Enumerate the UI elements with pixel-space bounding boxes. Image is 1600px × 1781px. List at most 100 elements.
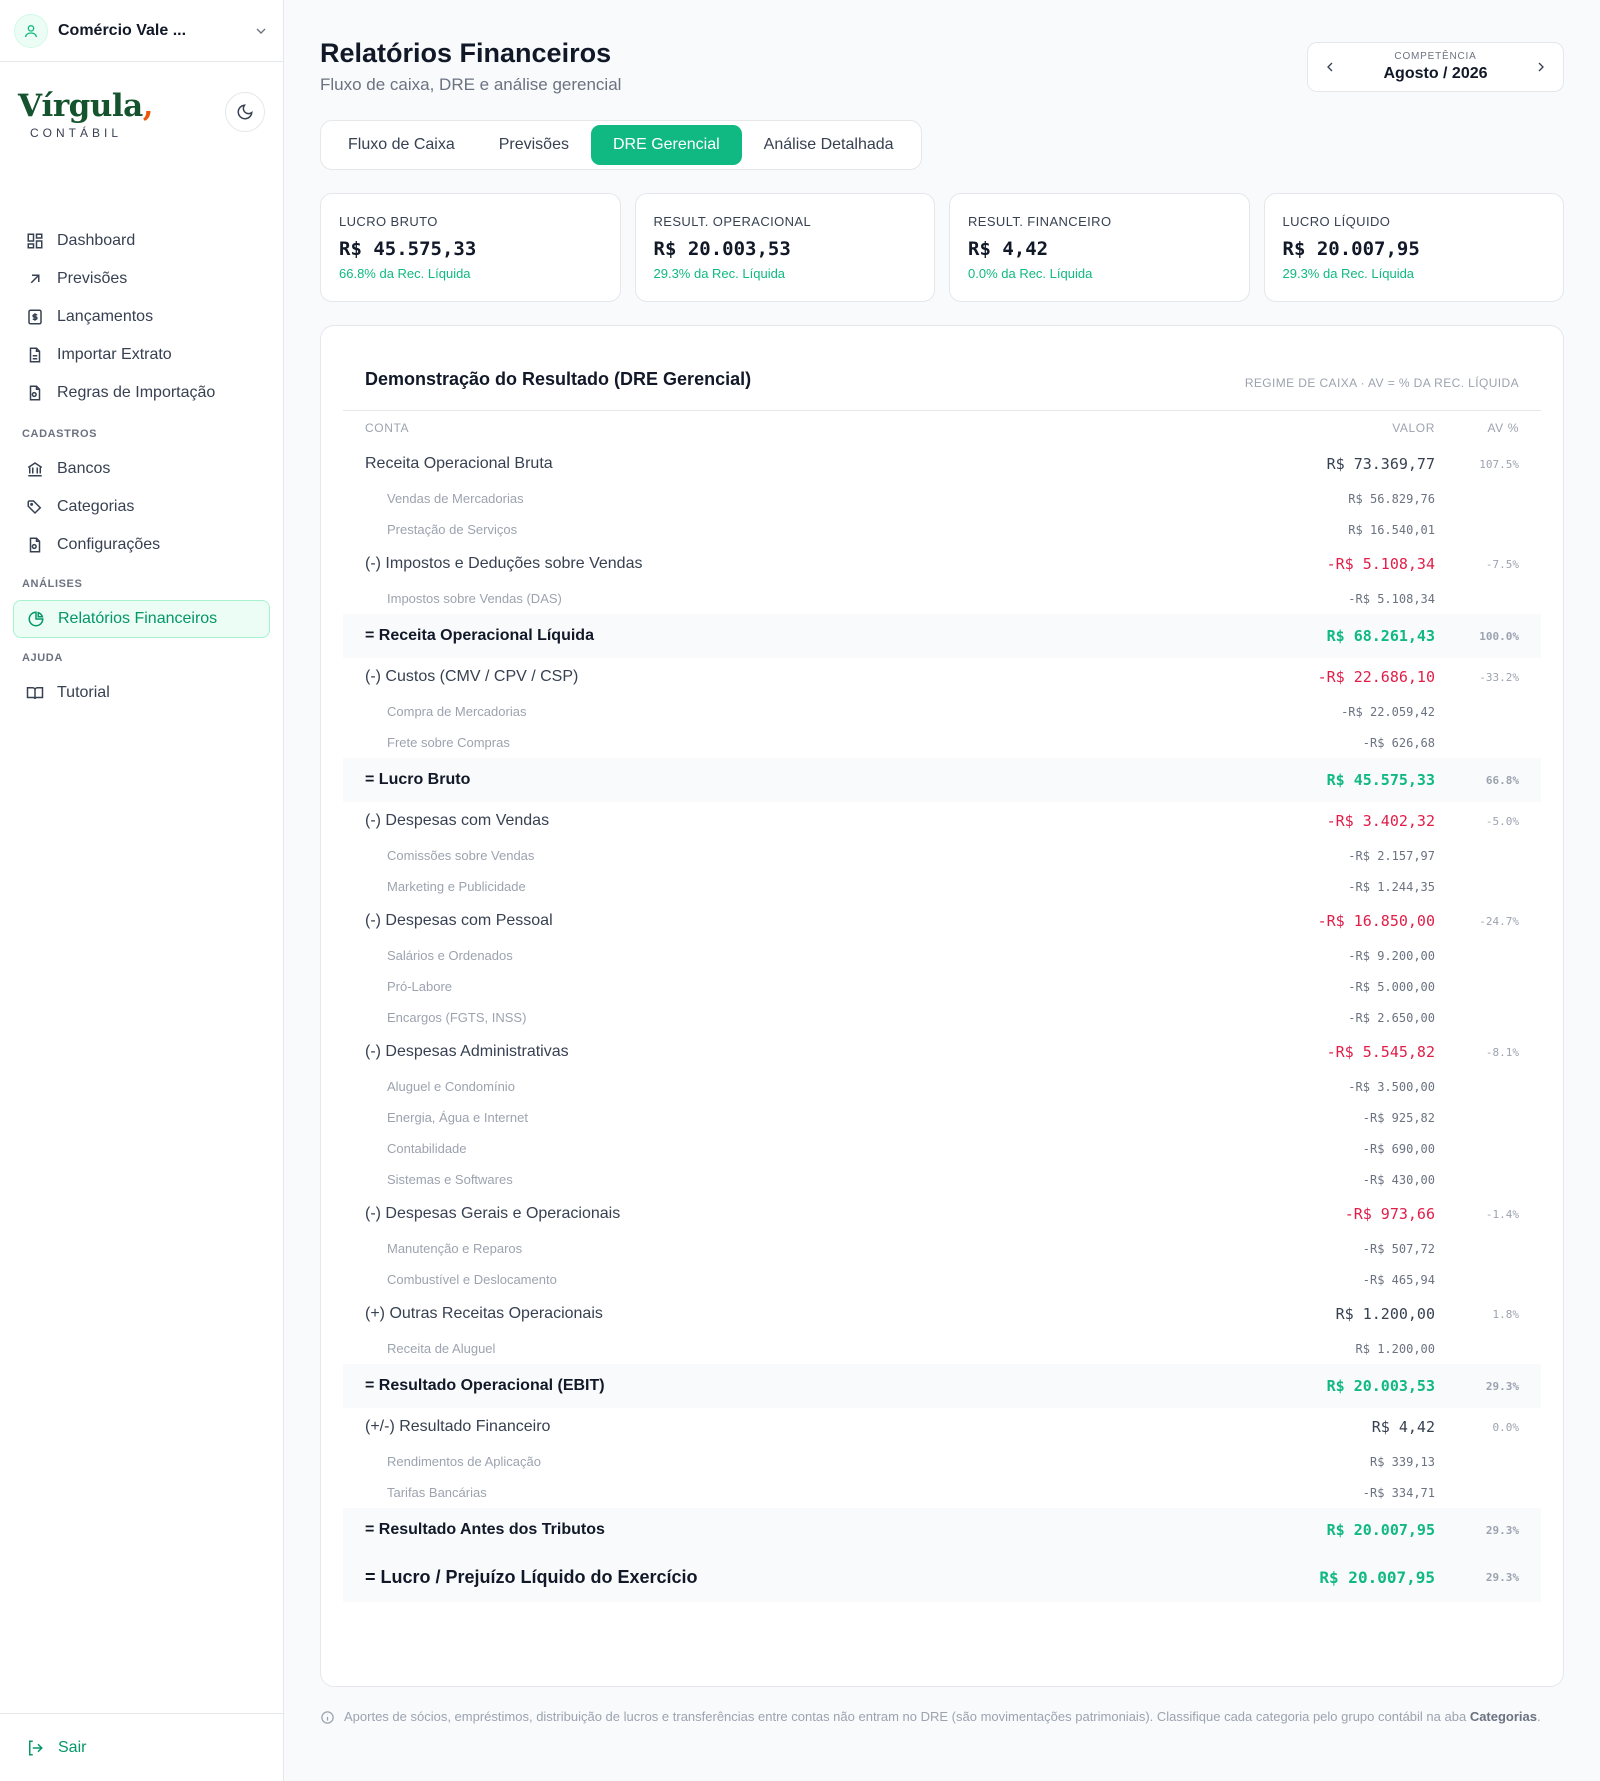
dre-row-label: Energia, Água e Internet — [387, 1110, 528, 1125]
dre-row-label: (-) Custos (CMV / CPV / CSP) — [365, 668, 579, 685]
file-rules-icon — [26, 384, 44, 402]
tab-previsoes[interactable]: Previsões — [477, 125, 591, 165]
card-value: R$ 20.007,95 — [1282, 238, 1420, 260]
card-note: 29.3% da Rec. Líquida — [1282, 266, 1415, 281]
col-valor: VALOR — [1392, 421, 1435, 435]
card-note: 66.8% da Rec. Líquida — [339, 266, 471, 281]
tab-analise-detalhada[interactable]: Análise Detalhada — [742, 125, 916, 165]
dre-row-sub: Manutenção e Reparos -R$ 507,72 — [343, 1233, 1541, 1264]
dre-regime: REGIME DE CAIXA · AV = % DA REC. LÍQUIDA — [1244, 376, 1519, 390]
page-subtitle: Fluxo de caixa, DRE e análise gerencial — [320, 75, 622, 94]
dre-row-group: (-) Custos (CMV / CPV / CSP) -R$ 22.686,1… — [343, 658, 1541, 696]
nav-item-lancamentos[interactable]: Lançamentos — [13, 298, 270, 336]
dre-row-label: (+/-) Resultado Financeiro — [365, 1418, 551, 1435]
dre-row-value: R$ 73.369,77 — [1326, 455, 1435, 473]
footnote-end: . — [1537, 1709, 1541, 1724]
dre-row-sub: Contabilidade -R$ 690,00 — [343, 1133, 1541, 1164]
card-note: 29.3% da Rec. Líquida — [653, 266, 786, 281]
logout-icon — [26, 1739, 44, 1757]
nav-label: Importar Extrato — [57, 346, 172, 363]
dre-row-label: Contabilidade — [387, 1141, 467, 1156]
dre-row-value: -R$ 430,00 — [1362, 1172, 1435, 1187]
dre-row-value: -R$ 507,72 — [1362, 1241, 1435, 1256]
dre-row-label: = Lucro Bruto — [365, 771, 471, 788]
nav-item-regras-importacao[interactable]: Regras de Importação — [13, 374, 270, 412]
dre-row-label: Sistemas e Softwares — [387, 1172, 513, 1187]
dre-row-sub: Frete sobre Compras -R$ 626,68 — [343, 727, 1541, 758]
user-icon — [14, 13, 48, 48]
nav-label: Previsões — [57, 270, 128, 287]
dre-table: Demonstração do Resultado (DRE Gerencial… — [320, 325, 1564, 1687]
dre-row-group: (-) Despesas com Pessoal -R$ 16.850,00 -24… — [343, 902, 1541, 940]
footnote-text: Aportes de sócios, empréstimos, distribu… — [344, 1709, 1470, 1724]
dre-row-label: = Receita Operacional Líquida — [365, 627, 594, 644]
dre-row-value: -R$ 3.500,00 — [1348, 1079, 1435, 1094]
card-note: 0.0% da Rec. Líquida — [968, 266, 1093, 281]
tab-fluxo-caixa[interactable]: Fluxo de Caixa — [326, 125, 477, 165]
dre-row-value: R$ 339,13 — [1369, 1454, 1435, 1469]
chevron-left-icon[interactable] — [1322, 59, 1338, 75]
dre-row-sub: Encargos (FGTS, INSS) -R$ 2.650,00 — [343, 1002, 1541, 1033]
dre-row-sub: Prestação de Serviços R$ 16.540,01 — [343, 514, 1541, 545]
dre-row-value: -R$ 9.200,00 — [1348, 948, 1435, 963]
dre-row-group: (-) Despesas Gerais e Operacionais -R$ 97… — [343, 1195, 1541, 1233]
col-av: AV % — [1487, 421, 1519, 435]
grid-icon — [26, 232, 44, 250]
nav-label: Bancos — [57, 460, 111, 477]
footnote: Aportes de sócios, empréstimos, distribu… — [320, 1708, 1564, 1726]
dre-row-value: R$ 68.261,43 — [1326, 627, 1435, 645]
section-analises: ANÁLISES — [22, 578, 83, 590]
settings-file-icon — [26, 536, 44, 554]
dre-row-sub: Tarifas Bancárias -R$ 334,71 — [343, 1477, 1541, 1508]
dre-row-av: -7.5% — [1485, 557, 1519, 571]
nav-item-importar-extrato[interactable]: Importar Extrato — [13, 336, 270, 374]
nav-item-configuracoes[interactable]: Configurações — [13, 526, 270, 564]
dre-row-label: (-) Despesas Administrativas — [365, 1043, 569, 1060]
dre-row-total: = Lucro Bruto R$ 45.575,33 66.8% — [343, 758, 1541, 802]
dre-row-sub: Energia, Água e Internet -R$ 925,82 — [343, 1102, 1541, 1133]
card-value: R$ 4,42 — [968, 238, 1049, 260]
nav-item-tutorial[interactable]: Tutorial — [13, 674, 270, 712]
dre-row-label: (+) Outras Receitas Operacionais — [365, 1305, 603, 1322]
nav-item-relatorios-financeiros[interactable]: Relatórios Financeiros — [13, 600, 270, 638]
analises-nav: Relatórios Financeiros — [0, 600, 283, 638]
dre-row-label: = Resultado Antes dos Tributos — [365, 1521, 605, 1538]
footnote-link-categorias[interactable]: Categorias — [1470, 1709, 1537, 1724]
dre-row-group: Receita Operacional Bruta R$ 73.369,77 107… — [343, 445, 1541, 483]
company-selector[interactable]: Comércio Vale ... — [0, 0, 283, 62]
dre-row-label: Combustível e Deslocamento — [387, 1272, 557, 1287]
dre-row-group: (-) Despesas com Vendas -R$ 3.402,32 -5.0% — [343, 802, 1541, 840]
dre-row-label: (-) Impostos e Deduções sobre Vendas — [365, 555, 643, 572]
sidebar: Comércio Vale ... Vírgula, CONTÁBIL Dash… — [0, 0, 284, 1781]
card-label: RESULT. FINANCEIRO — [968, 214, 1112, 229]
chevron-right-icon[interactable] — [1533, 59, 1549, 75]
main-nav: Dashboard Previsões Lançamentos Importar… — [0, 222, 283, 412]
dre-title: Demonstração do Resultado (DRE Gerencial… — [365, 369, 752, 389]
nav-item-previsoes[interactable]: Previsões — [13, 260, 270, 298]
file-icon — [26, 346, 44, 364]
dre-row-sub: Rendimentos de Aplicação R$ 339,13 — [343, 1446, 1541, 1477]
dre-row-av: 66.8% — [1485, 773, 1519, 787]
nav-item-categorias[interactable]: Categorias — [13, 488, 270, 526]
card-result-financeiro: RESULT. FINANCEIRO R$ 4,42 0.0% da Rec. … — [949, 193, 1250, 302]
theme-toggle-button[interactable] — [225, 92, 265, 132]
section-cadastros: CADASTROS — [22, 428, 98, 440]
bank-icon — [26, 460, 44, 478]
dre-header: Demonstração do Resultado (DRE Gerencial… — [343, 326, 1541, 411]
dre-row-value: -R$ 5.545,82 — [1326, 1043, 1435, 1061]
nav-item-dashboard[interactable]: Dashboard — [13, 222, 270, 260]
dre-row-value: -R$ 973,66 — [1344, 1205, 1435, 1223]
dre-row-av: -5.0% — [1485, 814, 1519, 828]
card-value: R$ 45.575,33 — [339, 238, 477, 260]
dre-row-value: R$ 56.829,76 — [1348, 491, 1435, 506]
nav-item-bancos[interactable]: Bancos — [13, 450, 270, 488]
card-value: R$ 20.003,53 — [653, 238, 791, 260]
logout-button[interactable]: Sair — [0, 1713, 284, 1781]
tab-dre-gerencial[interactable]: DRE Gerencial — [590, 125, 742, 165]
card-lucro-bruto: LUCRO BRUTO R$ 45.575,33 66.8% da Rec. L… — [320, 193, 621, 302]
dre-row-av: -24.7% — [1479, 914, 1519, 928]
tags-icon — [26, 498, 44, 516]
dre-row-value: -R$ 5.108,34 — [1348, 591, 1435, 606]
dre-row-av: 100.0% — [1479, 629, 1519, 643]
dre-row-label: Vendas de Mercadorias — [387, 491, 524, 506]
